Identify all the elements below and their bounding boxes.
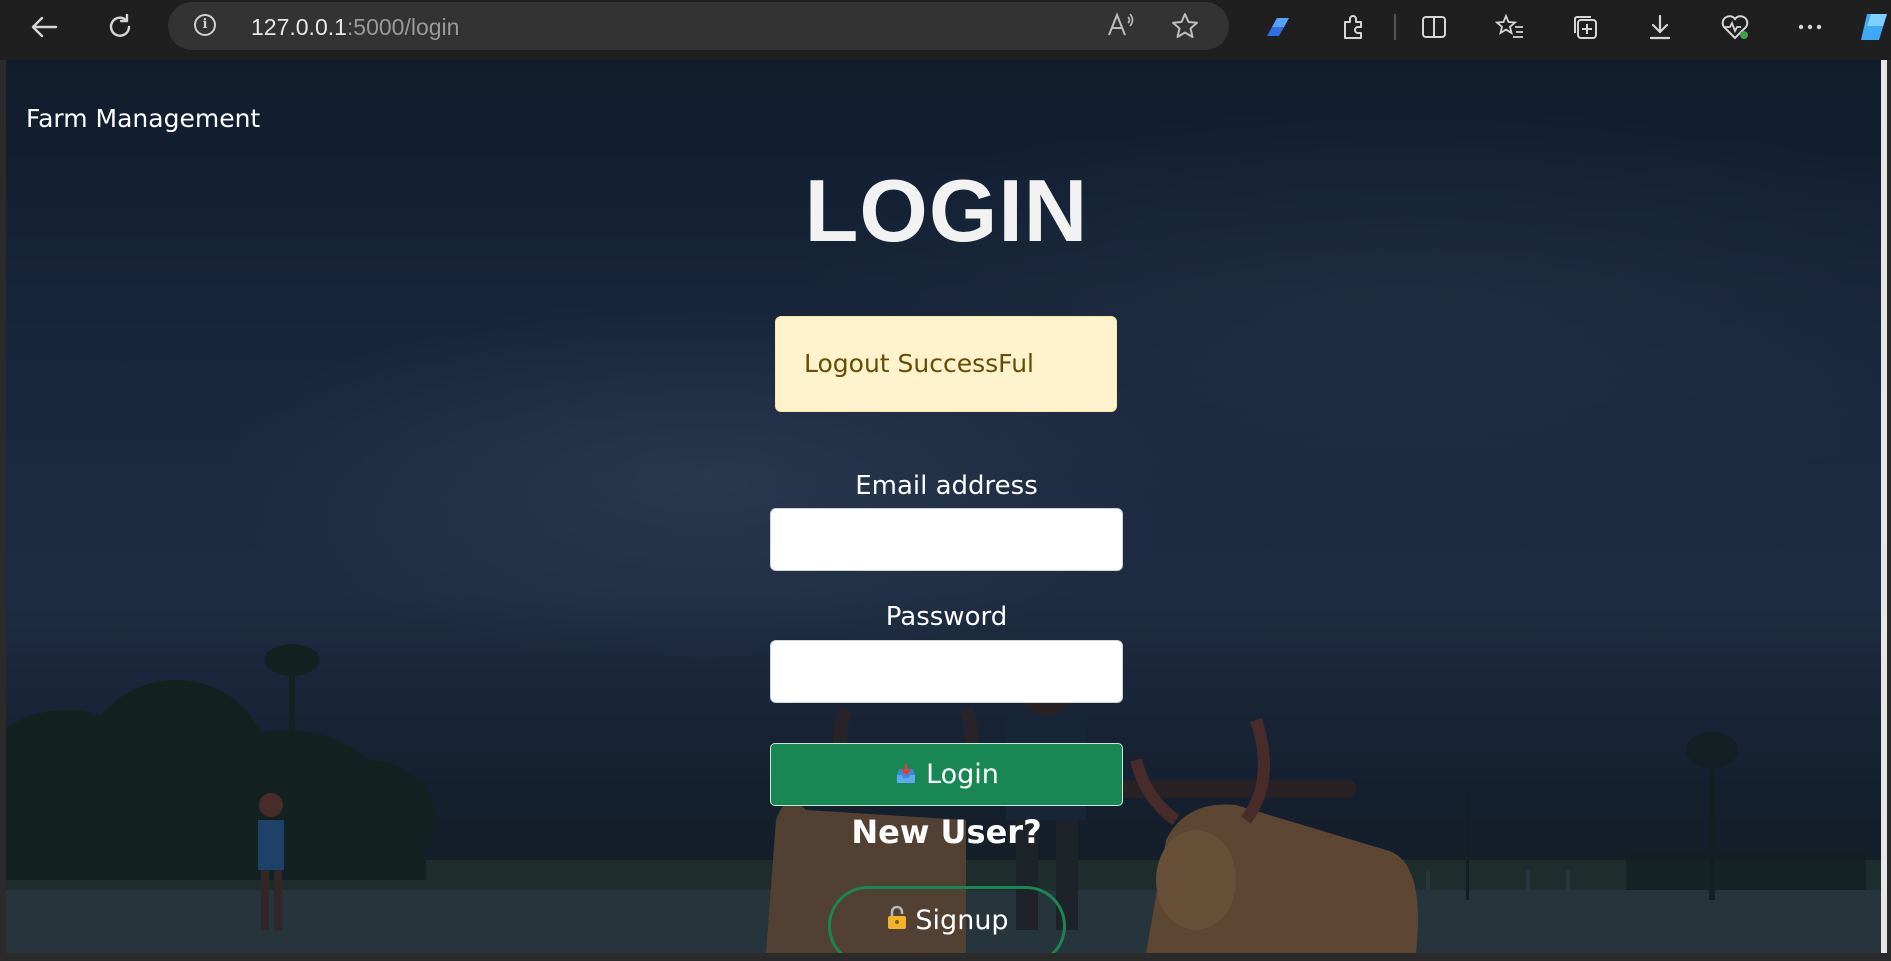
toolbar-divider — [1394, 14, 1396, 40]
password-field[interactable] — [770, 640, 1123, 703]
address-bar[interactable]: i 127.0.0.1:5000/login — [168, 2, 1229, 50]
email-label: Email address — [855, 471, 1038, 501]
url-text[interactable]: 127.0.0.1:5000/login — [251, 14, 459, 41]
browser-essentials-icon[interactable] — [1713, 8, 1757, 46]
url-host: 127.0.0.1 — [251, 14, 347, 40]
password-label: Password — [885, 602, 1008, 632]
login-page: Farm Management LOGIN Logout SuccessFul … — [6, 60, 1887, 953]
browser-toolbar: i 127.0.0.1:5000/login — [0, 0, 1891, 60]
email-field[interactable] — [770, 508, 1123, 571]
signup-button-label: Signup — [915, 905, 1009, 936]
login-button[interactable]: Login — [770, 743, 1123, 806]
page-title: LOGIN — [804, 161, 1089, 260]
favorites-icon[interactable] — [1488, 8, 1532, 46]
login-button-label: Login — [926, 759, 999, 790]
url-path: :5000/login — [346, 14, 460, 40]
flash-alert: Logout SuccessFul — [775, 316, 1117, 412]
window-bottom-edge — [0, 953, 1891, 961]
back-icon[interactable] — [22, 8, 66, 46]
refresh-icon[interactable] — [98, 8, 142, 46]
copilot-sidebar-icon[interactable] — [1857, 8, 1891, 46]
copilot-icon[interactable] — [1256, 8, 1300, 46]
new-user-heading: New User? — [851, 813, 1042, 851]
read-aloud-icon[interactable] — [1106, 11, 1136, 45]
signup-button[interactable]: Signup — [828, 886, 1066, 953]
downloads-icon[interactable] — [1638, 8, 1682, 46]
more-options-icon[interactable] — [1788, 8, 1832, 46]
navbar-brand[interactable]: Farm Management — [26, 104, 260, 133]
inbox-tray-icon — [894, 763, 918, 787]
page-scrollbar[interactable] — [1881, 60, 1887, 953]
collections-icon[interactable] — [1563, 8, 1607, 46]
favorite-star-icon[interactable] — [1170, 11, 1200, 47]
lock-icon — [885, 905, 909, 929]
site-info-icon[interactable]: i — [194, 14, 216, 36]
split-screen-icon[interactable] — [1412, 8, 1456, 46]
extensions-icon[interactable] — [1331, 8, 1375, 46]
